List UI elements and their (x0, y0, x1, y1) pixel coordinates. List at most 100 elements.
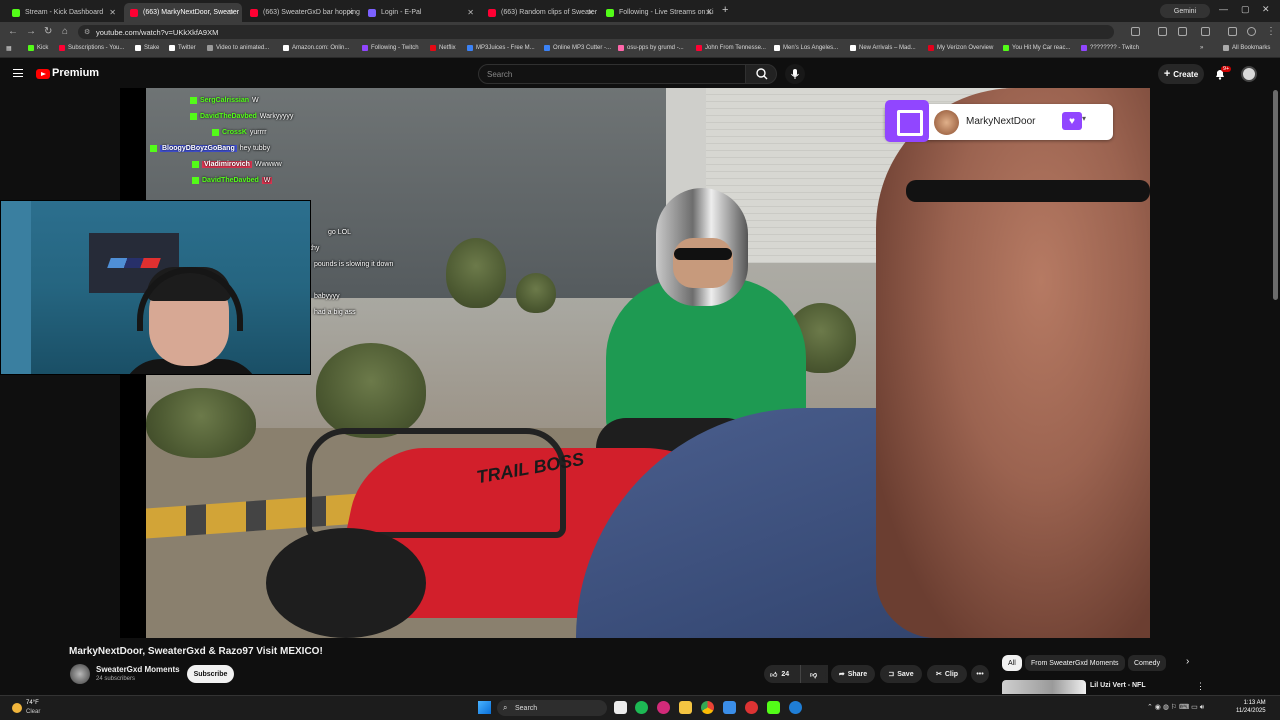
app-icon[interactable] (657, 701, 670, 714)
file-explorer-icon[interactable] (679, 701, 692, 714)
verizon-icon (928, 45, 934, 51)
task-view-icon[interactable] (614, 701, 627, 714)
create-button[interactable]: + Create (1158, 64, 1204, 84)
youtube-logo-icon[interactable] (36, 69, 50, 79)
bookmark-mp3cutter[interactable]: Online MP3 Cutter -... (544, 45, 611, 51)
kick-icon[interactable] (767, 701, 780, 714)
subscribe-label: Subscribe (193, 670, 228, 678)
browser-tab-epal[interactable]: Login - E-Pal ✕ (362, 3, 480, 22)
browser-tab-youtube-2[interactable]: (663) SweaterGxD bar hopping ✕ (244, 3, 360, 22)
bookmark-kick[interactable]: Kick (28, 45, 48, 51)
bookmark-amazon[interactable]: Amazon.com: Onlin... (283, 45, 349, 51)
photos-icon[interactable] (723, 701, 736, 714)
gemini-button[interactable]: Gemini (1160, 4, 1210, 18)
taskbar-clock[interactable]: 1:13 AM 11/24/2025 (1236, 699, 1266, 715)
browser-tab-kick-dashboard[interactable]: Stream - Kick Dashboard ✕ (6, 3, 122, 22)
bookmark-hit-my-car[interactable]: You Hit My Car reac... (1003, 45, 1070, 51)
system-tray-icons[interactable]: ⌃ ◉ ◍ ⚐ ⌨ ▭ 🔊︎ (1147, 703, 1204, 712)
browser-tab-youtube-active[interactable]: (663) MarkyNextDoor, Sweater ✕ (124, 3, 242, 22)
hamburger-menu-icon[interactable] (13, 69, 23, 77)
bookmark-subscriptions[interactable]: Subscriptions - You... (59, 45, 124, 51)
link-icon (207, 45, 213, 51)
bookmark-twitch[interactable]: ???????? - Twitch (1081, 45, 1139, 51)
dislike-button[interactable]: 👎︎ (800, 665, 826, 683)
new-tab-button[interactable]: + (722, 4, 728, 16)
more-actions-button[interactable]: ••• (971, 665, 989, 683)
bookmark-stake[interactable]: Stake (135, 45, 159, 51)
bookmarks-overflow-icon[interactable]: » (1200, 45, 1203, 51)
close-tab-icon[interactable]: ✕ (587, 8, 594, 17)
sidepanel-icon[interactable] (1201, 27, 1210, 36)
chip-from-channel[interactable]: From SweaterGxd Moments (1025, 655, 1125, 671)
browser-tab-youtube-3[interactable]: (663) Random clips of Sweater ✕ (482, 3, 600, 22)
search-button[interactable] (745, 64, 777, 84)
subscribe-button[interactable]: Subscribe (187, 665, 234, 683)
bookmark-star-icon[interactable] (1131, 27, 1140, 36)
all-bookmarks[interactable]: All Bookmarks (1223, 45, 1270, 51)
site-info-icon[interactable]: ⚙ (84, 28, 90, 36)
kick-badge-icon (150, 145, 157, 152)
youtube-premium-label[interactable]: Premium (52, 67, 99, 79)
close-tab-icon[interactable]: ✕ (109, 8, 116, 17)
bookmark-twitch-following[interactable]: Following - Twitch (362, 45, 419, 51)
channel-name[interactable]: SweaterGxd Moments (96, 665, 180, 674)
clip-button[interactable]: ✂ Clip (927, 665, 967, 683)
close-tab-icon[interactable]: ✕ (347, 8, 354, 17)
close-tab-icon[interactable]: ✕ (229, 8, 236, 17)
recommended-thumbnail[interactable] (1002, 680, 1086, 694)
extension-icon[interactable] (1158, 27, 1167, 36)
downloads-icon[interactable] (1228, 27, 1237, 36)
bookmark-mens-la[interactable]: Men's Los Angeles... (774, 45, 838, 51)
forward-icon[interactable]: → (26, 26, 36, 37)
home-icon[interactable]: ⌂ (62, 26, 68, 37)
close-window-icon[interactable]: ✕ (1262, 4, 1270, 15)
url-bar[interactable]: ⚙ youtube.com/watch?v=UKkXkfA9XM (78, 25, 1114, 39)
taskbar-search[interactable]: ⌕ Search (497, 700, 607, 716)
restore-icon[interactable]: ▢ (1241, 4, 1250, 15)
page-scrollbar[interactable] (1273, 90, 1278, 300)
bookmark-john-tennessee[interactable]: John From Tennesse... (696, 45, 766, 51)
account-avatar[interactable] (1241, 66, 1257, 82)
close-tab-icon[interactable]: ✕ (467, 8, 474, 17)
epal-icon (368, 8, 376, 17)
youtube-icon (59, 45, 65, 51)
bookmark-verizon[interactable]: My Verizon Overview (928, 45, 993, 51)
share-button[interactable]: ➦ Share (831, 665, 875, 683)
app-icon[interactable] (745, 701, 758, 714)
minimize-icon[interactable]: — (1219, 4, 1228, 14)
save-label: Save (897, 670, 914, 678)
edge-icon[interactable] (789, 701, 802, 714)
apps-grid-icon[interactable]: ▦ (6, 45, 12, 52)
back-icon[interactable]: ← (8, 26, 18, 37)
youtube-icon (488, 8, 496, 17)
bookmark-mp3juices[interactable]: MP3Juices - Free M... (467, 45, 535, 51)
store-icon (850, 45, 856, 51)
chip-all[interactable]: All (1002, 655, 1022, 671)
extensions-puzzle-icon[interactable] (1178, 27, 1187, 36)
bookmark-new-arrivals[interactable]: New Arrivals – Mad... (850, 45, 916, 51)
bookmark-twitter[interactable]: Twitter (169, 45, 196, 51)
chip-comedy[interactable]: Comedy (1128, 655, 1167, 671)
voice-search-button[interactable] (785, 64, 805, 84)
browser-tab-kick-following[interactable]: Following - Live Streams on Ki ✕ (600, 3, 718, 22)
reload-icon[interactable]: ↻ (44, 26, 52, 37)
profile-icon[interactable] (1247, 27, 1256, 36)
more-options-icon[interactable]: ⋮ (1196, 681, 1205, 692)
search-input[interactable]: Search (478, 64, 746, 84)
bookmark-video-animated[interactable]: Video to animated... (207, 45, 269, 51)
thumbs-up-icon: 👍︎ (770, 671, 778, 679)
stream-chat-overlay-partial: go LOL thy pounds is slowing it down bab… (310, 225, 430, 325)
recommended-title[interactable]: Lil Uzi Vert - NFL (1090, 682, 1146, 689)
chevron-right-icon[interactable]: › (1186, 656, 1189, 667)
bookmark-netflix[interactable]: Netflix (430, 45, 456, 51)
spotify-icon[interactable] (635, 701, 648, 714)
bookmark-osu-pps[interactable]: osu-pps by grumd -... (618, 45, 684, 51)
browser-menu-icon[interactable]: ⋮ (1266, 26, 1276, 37)
channel-avatar[interactable] (70, 664, 90, 684)
windows-start-icon[interactable] (478, 701, 491, 714)
save-button[interactable]: ⊐ Save (880, 665, 922, 683)
stake-icon (135, 45, 141, 51)
foreground-face (876, 88, 1150, 638)
chrome-icon[interactable] (701, 701, 714, 714)
close-tab-icon[interactable]: ✕ (705, 8, 712, 17)
